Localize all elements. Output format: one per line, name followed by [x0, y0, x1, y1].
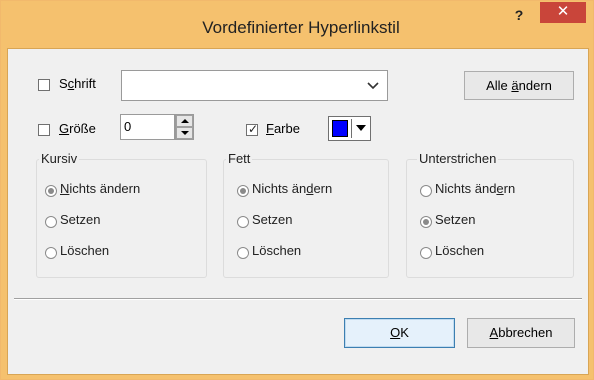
italic-radio-set[interactable]	[45, 216, 57, 228]
color-label: Farbe	[266, 121, 300, 136]
size-label: Größe	[59, 121, 96, 136]
dialog-title: Vordefinierter Hyperlinkstil	[202, 18, 400, 37]
group-underline: Unterstrichen Nichts ändern Setzen Lösch…	[406, 151, 574, 278]
underline-radio-clear[interactable]	[420, 247, 432, 259]
size-input[interactable]: 0	[120, 114, 175, 140]
change-all-button[interactable]: Alle ändern	[464, 71, 574, 100]
dialog-window: Vordefinierter Hyperlinkstil ? ✕ Schrift…	[0, 0, 594, 380]
ok-button[interactable]: OK	[344, 318, 455, 348]
underline-radio-clear-label: Löschen	[435, 243, 485, 258]
separator-line	[14, 298, 582, 300]
checkmark-icon: ✓	[248, 122, 259, 136]
group-underline-title: Unterstrichen	[417, 151, 499, 166]
underline-radio-set-label: Setzen	[435, 212, 476, 227]
italic-radio-set-label: Setzen	[60, 212, 101, 227]
underline-radio-no-change-label: Nichts ändern	[435, 181, 516, 196]
spin-down-button[interactable]	[176, 127, 193, 139]
bold-radio-clear-label: Löschen	[252, 243, 302, 258]
italic-radio-clear[interactable]	[45, 247, 57, 259]
close-button[interactable]: ✕	[540, 2, 586, 23]
italic-radio-clear-label: Löschen	[60, 243, 110, 258]
bold-radio-set-label: Setzen	[252, 212, 293, 227]
size-checkbox[interactable]	[38, 124, 50, 136]
font-label: Schrift	[59, 76, 96, 91]
color-swatch	[332, 120, 348, 137]
group-italic: Kursiv Nichts ändern Setzen Löschen	[36, 151, 207, 278]
arrow-down-icon	[181, 131, 189, 135]
bold-radio-clear[interactable]	[237, 247, 249, 259]
group-bold-title: Fett	[226, 151, 253, 166]
underline-radio-set[interactable]	[420, 216, 432, 228]
size-spinner[interactable]	[175, 114, 194, 140]
underline-radio-no-change[interactable]	[420, 185, 432, 197]
help-button[interactable]: ?	[506, 3, 532, 27]
arrow-up-icon	[181, 119, 189, 123]
bold-radio-no-change-label: Nichts ändern	[252, 181, 333, 196]
bold-radio-set[interactable]	[237, 216, 249, 228]
dropdown-arrow-icon	[356, 125, 366, 131]
font-checkbox[interactable]	[38, 79, 50, 91]
cancel-button[interactable]: Abbrechen	[467, 318, 575, 348]
color-picker[interactable]	[328, 116, 371, 141]
title-bar[interactable]: Vordefinierter Hyperlinkstil ? ✕	[1, 1, 593, 52]
bold-radio-no-change[interactable]	[237, 185, 249, 197]
dialog-client-area: Schrift Alle ändern Größe 0 ✓ Farbe Kurs…	[7, 48, 589, 375]
font-combobox[interactable]	[121, 70, 388, 101]
spin-up-button[interactable]	[176, 115, 193, 127]
group-italic-title: Kursiv	[39, 151, 80, 166]
italic-radio-no-change[interactable]	[45, 185, 57, 197]
group-bold: Fett Nichts ändern Setzen Löschen	[223, 151, 389, 278]
close-icon: ✕	[556, 3, 570, 20]
color-dropdown-button[interactable]	[351, 119, 369, 138]
color-checkbox[interactable]: ✓	[246, 122, 259, 136]
italic-radio-no-change-label: Nichts ändern	[60, 181, 141, 196]
chevron-down-icon	[367, 82, 379, 90]
